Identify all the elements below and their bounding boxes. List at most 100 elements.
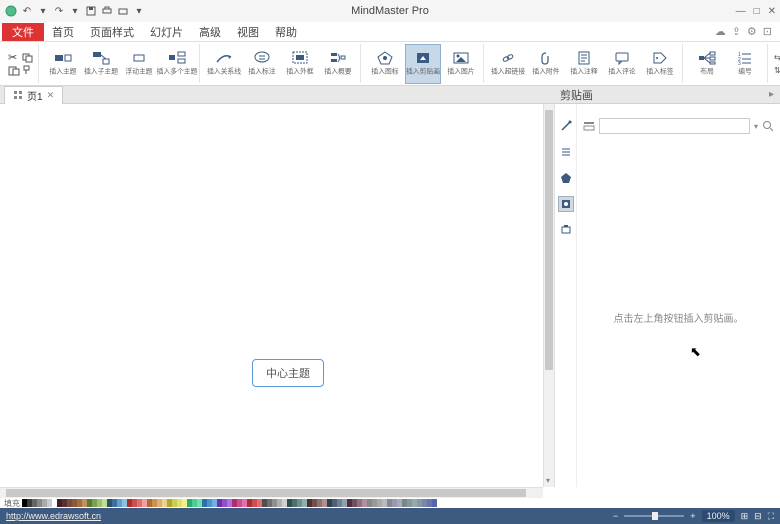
horizontal-scrollbar[interactable]	[0, 487, 543, 498]
attachment-icon	[537, 50, 555, 66]
menu-help[interactable]: 帮助	[267, 22, 305, 42]
print-icon[interactable]	[100, 4, 114, 18]
document-tab[interactable]: 页1 ✕	[4, 86, 63, 104]
maximize-button[interactable]: □	[754, 6, 760, 17]
side-tab-clipart[interactable]	[558, 196, 574, 212]
main-area: 中心主题 ▾ ▾ 点击左上角按钮插入剪贴画。	[0, 104, 780, 487]
ribbon-group-media: 插入图标 插入剪贴画 插入图片	[363, 44, 484, 83]
menu-slideshow[interactable]: 幻灯片	[142, 22, 191, 42]
title-bar: ↶ ▾ ↷ ▾ ▾ MindMaster Pro — □ ✕	[0, 0, 780, 22]
numbering-icon: 123	[736, 50, 754, 66]
insert-hyperlink-button[interactable]: 插入超链接	[490, 44, 526, 84]
numbering-button[interactable]: 123 编号	[727, 44, 763, 84]
doc-tab-icon	[13, 90, 23, 100]
insert-boundary-button[interactable]: 插入外框	[282, 44, 318, 84]
insert-summary-button[interactable]: 插入概要	[320, 44, 356, 84]
clipart-search-input[interactable]	[599, 118, 750, 134]
insert-tag-button[interactable]: 插入标签	[642, 44, 678, 84]
layout-button[interactable]: 布局	[689, 44, 725, 84]
insert-multiple-button[interactable]: 插入多个主题	[159, 44, 195, 84]
help-icon[interactable]: ⊡	[763, 25, 772, 38]
side-tabs	[555, 104, 577, 487]
clipart-search-row: ▾	[583, 118, 774, 134]
floating-topic-button[interactable]: 浮动主题	[121, 44, 157, 84]
undo-icon[interactable]: ↶	[20, 4, 34, 18]
insert-topic-button[interactable]: 插入主题	[45, 44, 81, 84]
insert-comment-button[interactable]: 插入评论	[604, 44, 640, 84]
hspacing-icon: ⇆	[774, 53, 780, 62]
fit-page-icon[interactable]: ⊞	[741, 511, 749, 522]
paste-icon[interactable]	[8, 66, 20, 76]
zoom-out-icon[interactable]: −	[613, 511, 618, 521]
app-icon[interactable]	[4, 4, 18, 18]
share-icon[interactable]: ⇪	[732, 25, 741, 38]
color-swatch[interactable]	[432, 499, 437, 507]
insert-relation-button[interactable]: 插入关系线	[206, 44, 242, 84]
menu-page-style[interactable]: 页面样式	[82, 22, 142, 42]
right-panel: ▾ 点击左上角按钮插入剪贴画。	[554, 104, 780, 487]
panel-body: ▾ 点击左上角按钮插入剪贴画。	[577, 104, 780, 487]
doc-tab-close-icon[interactable]: ✕	[47, 90, 55, 101]
vspacing-icon: ⇅	[774, 66, 780, 75]
relation-icon	[215, 50, 233, 66]
insert-subtopic-button[interactable]: 插入子主题	[83, 44, 119, 84]
zoom-in-icon[interactable]: +	[690, 511, 695, 521]
save-icon[interactable]	[84, 4, 98, 18]
qat-sep: ▾	[36, 4, 50, 18]
cut-icon[interactable]: ✂	[8, 51, 20, 64]
search-icon[interactable]	[762, 120, 774, 132]
close-button[interactable]: ✕	[768, 6, 776, 17]
insert-attachment-button[interactable]: 插入附件	[528, 44, 564, 84]
subtopic-icon	[92, 50, 110, 66]
category-icon[interactable]	[583, 120, 595, 132]
fullscreen-icon[interactable]: ⛶	[768, 511, 774, 522]
ribbon-group-clipboard: ✂	[4, 44, 39, 83]
note-icon	[575, 50, 593, 66]
menu-home[interactable]: 首页	[44, 22, 82, 42]
file-menu[interactable]: 文件	[2, 23, 44, 41]
user-icon[interactable]: ⚙	[747, 25, 757, 38]
side-tab-task[interactable]	[558, 222, 574, 238]
cloud-icon[interactable]: ☁	[715, 25, 726, 38]
insert-note-button[interactable]: 插入注释	[566, 44, 602, 84]
canvas[interactable]: 中心主题	[2, 106, 543, 487]
side-tab-wand[interactable]	[558, 118, 574, 134]
redo-icon[interactable]: ↷	[52, 4, 66, 18]
insert-callout-button[interactable]: 插入标注	[244, 44, 280, 84]
window-controls: — □ ✕	[736, 6, 776, 17]
panel-collapse-icon[interactable]: ▸	[769, 89, 774, 100]
open-icon[interactable]	[116, 4, 130, 18]
search-dropdown-icon[interactable]: ▾	[754, 122, 758, 131]
zoom-percent[interactable]: 100%	[702, 510, 735, 522]
vscroll-thumb[interactable]	[545, 110, 553, 370]
layout-icon	[698, 50, 716, 66]
insert-picture-button[interactable]: 插入图片	[443, 44, 479, 84]
ribbon: ✂ 插入主题 插入子主题 浮动主题 插入多个主题 插入关系线	[0, 42, 780, 86]
menu-advanced[interactable]: 高级	[191, 22, 229, 42]
insert-icon-button[interactable]: 插入图标	[367, 44, 403, 84]
status-url[interactable]: http://www.edrawsoft.cn	[6, 511, 101, 521]
boundary-icon	[291, 50, 309, 66]
ribbon-group-attach: 插入超链接 插入附件 插入注释 插入评论 插入标签	[486, 44, 683, 83]
hscroll-thumb[interactable]	[6, 489, 526, 497]
side-tab-outline[interactable]	[558, 144, 574, 160]
fit-width-icon[interactable]: ⊟	[754, 511, 762, 522]
minimize-button[interactable]: —	[736, 6, 746, 17]
callout-icon	[253, 50, 271, 66]
color-palette: 填充	[0, 498, 780, 508]
document-tab-bar: 页1 ✕ 剪贴画 ▸	[0, 86, 780, 104]
insert-clipart-button[interactable]: 插入剪贴画	[405, 44, 441, 84]
menu-view[interactable]: 视图	[229, 22, 267, 42]
side-tab-iconlib[interactable]	[558, 170, 574, 186]
qat-dropdown-icon[interactable]: ▾	[132, 4, 146, 18]
doc-tab-label: 页1	[27, 88, 43, 103]
topic-icon	[54, 50, 72, 66]
zoom-knob[interactable]	[652, 512, 658, 520]
format-painter-icon[interactable]	[22, 65, 34, 75]
zoom-slider[interactable]	[624, 515, 684, 517]
floating-icon	[130, 50, 148, 66]
copy-icon[interactable]	[22, 53, 34, 63]
central-topic[interactable]: 中心主题	[252, 359, 324, 387]
vscroll-down-icon[interactable]: ▾	[546, 476, 550, 485]
vertical-scrollbar[interactable]: ▾	[543, 104, 554, 487]
